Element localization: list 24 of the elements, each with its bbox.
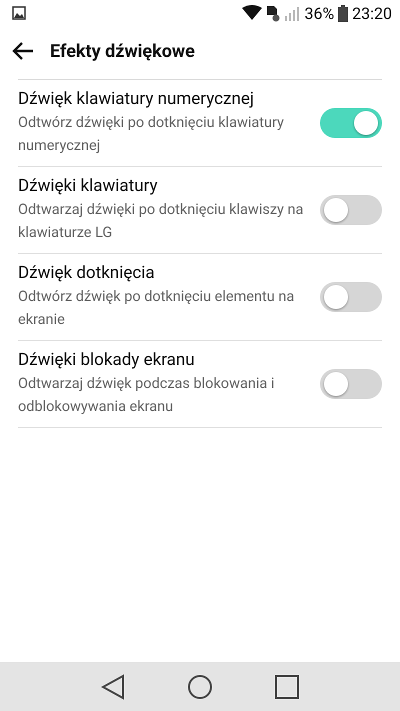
toggle-switch[interactable] xyxy=(320,282,382,312)
setting-description: Odtwórz dźwięk po dotknięciu elementu na ekranie xyxy=(18,287,296,330)
setting-title: Dźwięk dotknięcia xyxy=(18,263,156,283)
battery-icon xyxy=(338,4,348,22)
setting-description: Odtwórz dźwięki po dotknięciu klawiatury numerycznej xyxy=(18,113,285,156)
screen-title: Efekty dźwiękowe xyxy=(50,40,195,62)
sim-icon xyxy=(266,4,280,22)
toggle-switch[interactable] xyxy=(320,108,382,138)
setting-title: Dźwięki blokady ekranu xyxy=(18,350,196,370)
recent-apps-icon[interactable] xyxy=(275,674,299,698)
home-icon[interactable] xyxy=(187,674,213,700)
wifi-icon xyxy=(242,5,262,21)
back-arrow-icon[interactable] xyxy=(12,41,34,61)
setting-title: Dźwięk klawiatury numerycznej xyxy=(18,89,255,109)
battery-percent: 36% xyxy=(304,4,334,22)
clock: 23:20 xyxy=(352,4,392,22)
setting-description: Odtwarzaj dźwięki po dotknięciu klawiszy na klawiaturze LG xyxy=(18,200,304,243)
signal-icon xyxy=(284,4,300,22)
toggle-switch[interactable] xyxy=(320,369,382,399)
gallery-icon xyxy=(12,6,26,20)
toggle-switch[interactable] xyxy=(320,195,382,225)
setting-description: Odtwarzaj dźwięk podczas blokowania i odblokowywania ekranu xyxy=(18,374,276,417)
setting-title: Dźwięki klawiatury xyxy=(18,176,159,196)
back-icon[interactable] xyxy=(101,674,125,700)
